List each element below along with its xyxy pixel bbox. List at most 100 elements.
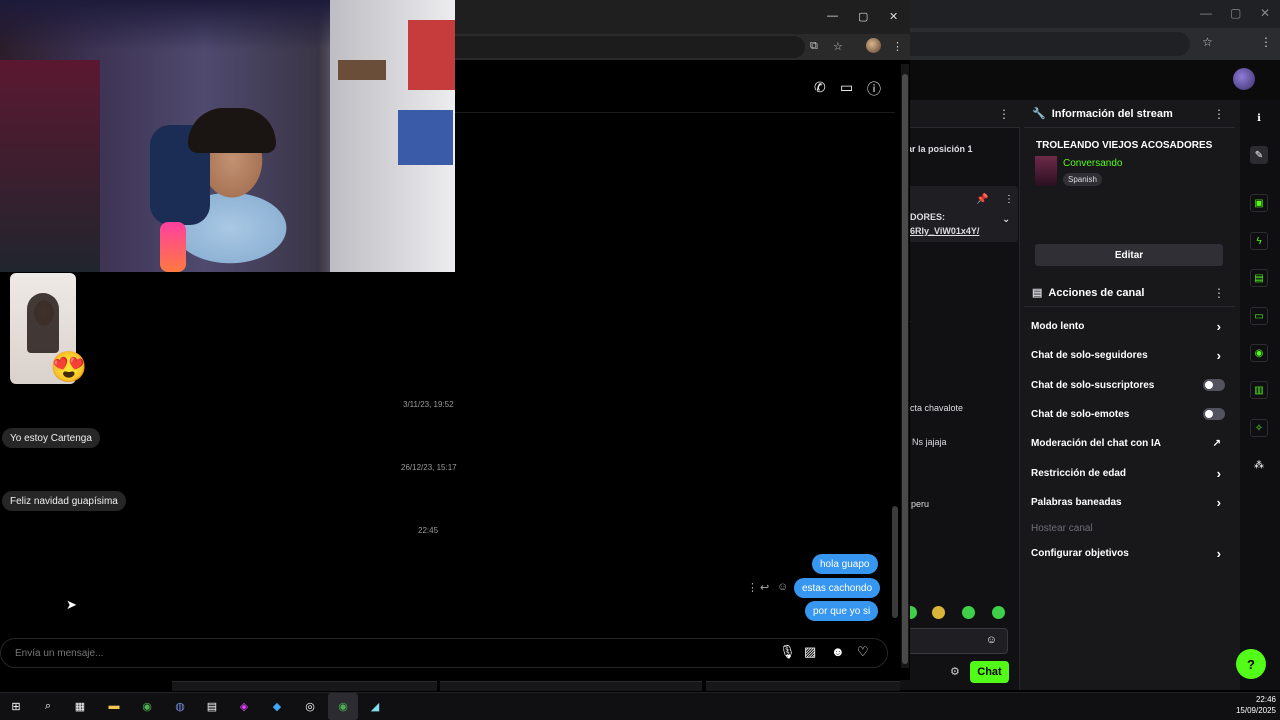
chat-message: peru [911, 499, 930, 509]
incoming-message[interactable]: Feliz navidad guapísima [2, 491, 126, 511]
wrench-icon[interactable]: ✧ [1250, 419, 1268, 437]
browser-address-bar[interactable]: ☆ ⋮ [900, 28, 1280, 60]
outgoing-message[interactable]: estas cachondo [794, 578, 881, 598]
file-explorer-icon[interactable]: ▬ [105, 697, 123, 715]
chevron-right-icon: › [1216, 465, 1221, 481]
frame-icon[interactable]: ▣ [1250, 194, 1268, 212]
action-ai-moderation[interactable]: Moderación del chat con IA ↗ [1031, 430, 1227, 456]
gear-icon[interactable]: ⚙ [950, 665, 960, 678]
emoji-icon[interactable]: ☺ [986, 634, 997, 646]
document-icon[interactable]: ▤ [1250, 269, 1268, 287]
thread-scrollbar-thumb[interactable] [892, 506, 898, 618]
more-icon[interactable]: ⋮ [998, 107, 1010, 121]
heart-icon[interactable]: ♡ [857, 644, 869, 660]
page-scrollbar[interactable] [901, 64, 909, 668]
message-input[interactable] [13, 644, 613, 662]
mic-icon[interactable]: 🎙 [779, 644, 796, 660]
action-label: Chat de solo-emotes [1031, 408, 1130, 420]
search-icon[interactable]: ⌕ [39, 697, 57, 715]
cast-icon[interactable]: ⧉ [810, 40, 818, 53]
app-icon[interactable]: ◎ [301, 697, 319, 715]
incoming-message[interactable]: Yo estoy Cartenga [2, 428, 100, 448]
help-icon[interactable]: ? [1236, 649, 1266, 679]
chevron-down-icon[interactable]: ⌄ [1002, 214, 1010, 225]
app-icon[interactable]: ◆ [268, 697, 286, 715]
action-emotes-only: Chat de solo-emotes [1031, 401, 1227, 427]
action-banned-words[interactable]: Palabras baneadas › [1031, 489, 1227, 515]
outgoing-message[interactable]: por que yo si [805, 601, 879, 621]
discord-icon[interactable]: ◍ [171, 697, 189, 715]
app-icon[interactable]: ▤ [203, 697, 221, 715]
chat-input[interactable]: ☺ [905, 628, 1008, 654]
app-icon[interactable]: ◢ [366, 697, 384, 715]
maximize-icon[interactable]: ▢ [858, 10, 868, 23]
emoji-icon[interactable]: ☺ [777, 581, 788, 593]
chat-send-button[interactable]: Chat [970, 661, 1009, 683]
pinned-link[interactable]: 6Rly_ViW01x4Y/ [910, 226, 979, 236]
subscribers-only-toggle[interactable] [1203, 379, 1225, 391]
reply-icon[interactable]: ↩ [760, 581, 769, 594]
pin-icon[interactable]: 📌 [976, 194, 988, 205]
channel-actions-panel: ▤ Acciones de canal ⋮ Modo lento › Chat … [1024, 279, 1235, 689]
video-icon[interactable]: ▭ [840, 79, 853, 96]
category-name[interactable]: Conversando [1063, 158, 1122, 169]
page-scrollbar-thumb[interactable] [902, 74, 908, 664]
more-icon[interactable]: ⋮ [1213, 286, 1225, 300]
phone-icon[interactable]: ✆ [814, 79, 826, 96]
action-followers-only[interactable]: Chat de solo-seguidores › [1031, 342, 1227, 368]
connections-icon[interactable]: ⁂ [1250, 456, 1268, 474]
cam-shoebox [338, 60, 386, 80]
windows-start-icon[interactable]: ⊞ [7, 697, 25, 715]
image-icon[interactable]: ▨ [804, 644, 816, 660]
language-badge: Spanish [1063, 173, 1102, 186]
emotes-only-toggle[interactable] [1203, 408, 1225, 420]
photo-hair [27, 293, 59, 353]
broadcast-icon[interactable]: ◉ [1250, 344, 1268, 362]
chrome-icon[interactable]: ◉ [334, 697, 352, 715]
header-divider [455, 112, 895, 113]
user-avatar[interactable] [1233, 68, 1255, 90]
sticker-icon[interactable]: ☻ [831, 644, 845, 659]
layout-icon[interactable]: ▥ [1250, 381, 1268, 399]
emote-icon[interactable] [962, 606, 975, 619]
address-field[interactable] [900, 32, 1190, 56]
task-view-icon[interactable]: ▦ [71, 697, 89, 715]
info-icon[interactable]: ⓘ [867, 79, 881, 99]
maximize-icon[interactable]: ▢ [1230, 6, 1241, 20]
more-icon[interactable]: ⋮ [1004, 194, 1014, 205]
cam-person-hair [188, 108, 276, 153]
emote-icon[interactable] [992, 606, 1005, 619]
action-label: Restricción de edad [1031, 467, 1127, 479]
chat-bubble-icon[interactable]: ▭ [1250, 307, 1268, 325]
system-clock[interactable]: 22:46 15/09/2025 [1228, 694, 1276, 716]
action-age-restriction[interactable]: Restricción de edad › [1031, 460, 1227, 486]
edit-button[interactable]: Editar [1035, 244, 1223, 266]
close-icon[interactable]: ✕ [889, 10, 898, 23]
minimize-icon[interactable]: — [1200, 6, 1212, 20]
more-icon[interactable]: ⋮ [747, 581, 758, 594]
timestamp: 3/11/23, 19:52 [403, 400, 454, 409]
pencil-icon[interactable]: ✎ [1250, 146, 1268, 164]
more-icon[interactable]: ⋮ [1213, 107, 1225, 121]
close-icon[interactable]: ✕ [1260, 6, 1270, 20]
more-icon[interactable]: ⋮ [892, 40, 903, 53]
browser-profile-avatar[interactable] [866, 38, 881, 53]
chrome-icon[interactable]: ◉ [138, 697, 156, 715]
more-icon[interactable]: ⋮ [1260, 35, 1272, 49]
bookmark-star-icon[interactable]: ☆ [833, 40, 843, 53]
action-slow-mode[interactable]: Modo lento › [1031, 313, 1227, 339]
stream-info-header: 🔧 Información del stream [1024, 100, 1235, 128]
action-label: Hostear canal [1031, 522, 1093, 534]
outgoing-message[interactable]: hola guapo [812, 554, 878, 574]
address-field[interactable] [455, 36, 805, 58]
taskbar-preview-strip [440, 681, 702, 691]
chevron-right-icon: › [1216, 494, 1221, 510]
info-icon[interactable]: ℹ [1250, 109, 1268, 127]
bolt-icon[interactable]: ϟ [1250, 232, 1268, 250]
emote-icon[interactable] [932, 606, 945, 619]
cam-shoebox [398, 110, 453, 165]
action-goals[interactable]: Configurar objetivos › [1031, 540, 1227, 566]
bookmark-star-icon[interactable]: ☆ [1202, 35, 1213, 49]
minimize-icon[interactable]: — [827, 10, 838, 22]
app-icon[interactable]: ◈ [235, 697, 253, 715]
